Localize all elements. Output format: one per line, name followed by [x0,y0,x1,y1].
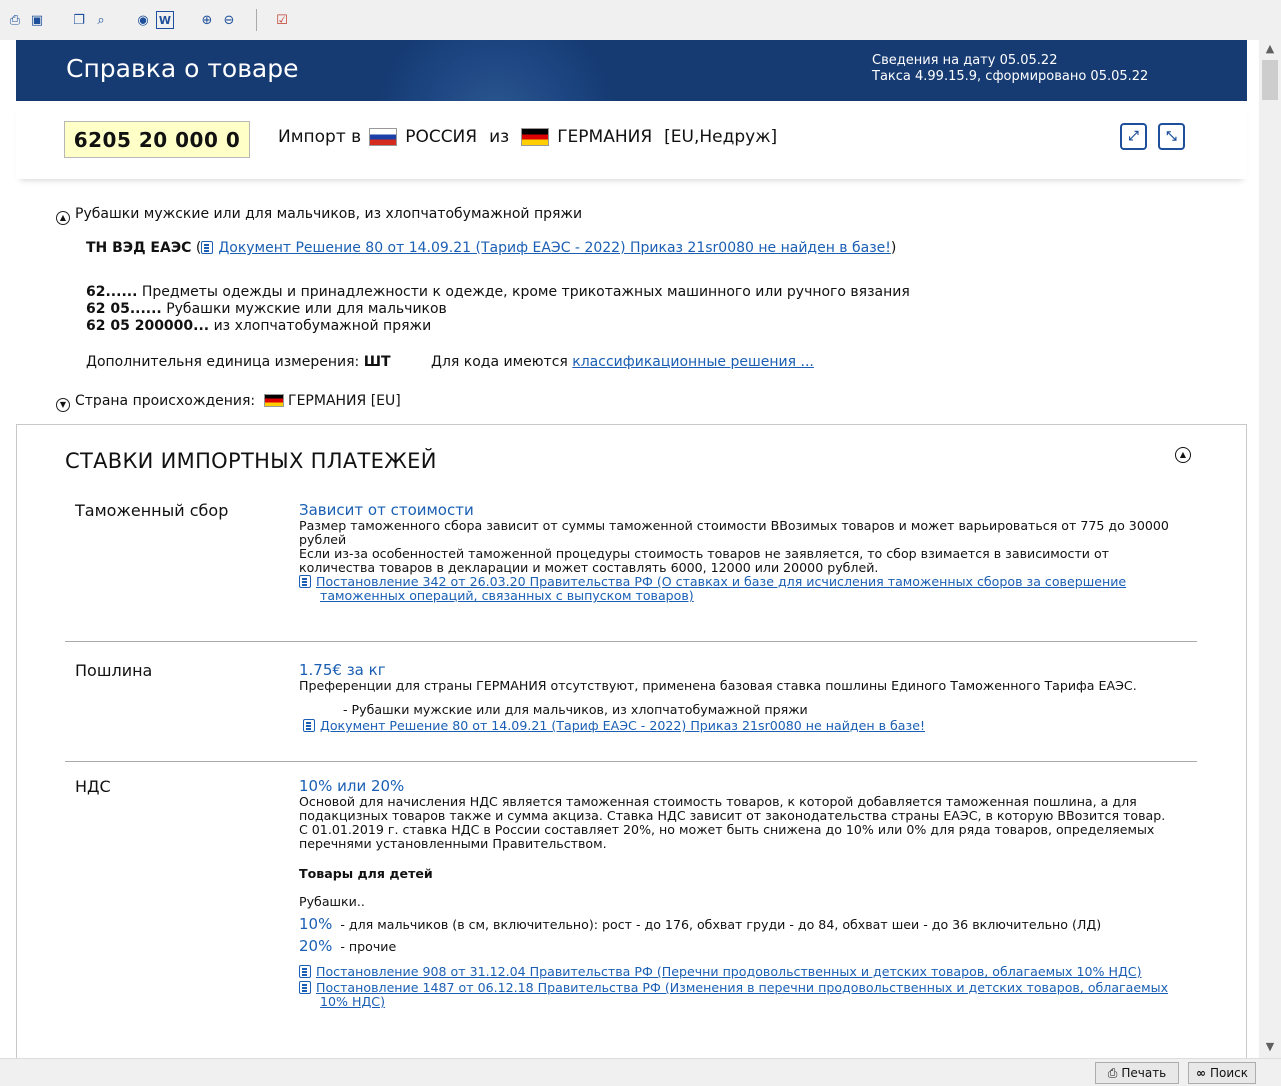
origin-line[interactable]: ▼ Страна происхождения: ГЕРМАНИЯ [EU] [56,393,401,412]
from-country: ГЕРМАНИЯ [557,127,653,147]
vat-rate-10: 10% - для мальчиков (в см, включительно):… [299,915,1102,933]
expand-icon: ⤢ [1128,129,1139,144]
scroll-down-icon[interactable]: ▼ [1259,1040,1281,1058]
divider [65,641,1197,642]
copy-icon[interactable]: ❐ [70,11,88,29]
search-button[interactable]: ∞ Поиск [1188,1062,1256,1084]
duty-body: 1.75€ за кг Преференции для страны ГЕРМА… [299,661,1199,733]
tn-ved-line: ТН ВЭД ЕАЭС (Документ Решение 80 от 14.0… [86,240,897,256]
kids-goods-title: Товары для детей [299,866,433,881]
collapse-all-button[interactable]: ⤡ [1158,123,1185,150]
commodity-code: 6205 20 000 0 [64,121,250,158]
duty-label: Пошлина [75,661,153,680]
document-icon [303,719,315,732]
hierarchy-row: 62 05...... Рубашки мужские или для маль… [86,301,447,317]
fee-rate: Зависит от стоимости [299,501,474,519]
vat-label: НДС [75,777,111,796]
unit-line: Дополнительня единица измерения: ШТ Для … [86,354,814,370]
vat-doc-link-1[interactable]: Постановление 908 от 31.12.04 Правительс… [299,965,1199,979]
import-label: Импорт в [278,127,362,147]
from-label: из [489,127,510,147]
browser-icon[interactable]: ◉ [134,11,152,29]
info-date: Сведения на дату 05.05.22 [872,53,1058,68]
toolbar: ⎙ ▣ ❐ ⌕ ◉ W ⊕ ⊖ ☑ [0,0,1281,40]
fee-doc-link[interactable]: Постановление 342 от 26.03.20 Правительс… [299,575,1199,589]
fee-body: Зависит от стоимости Размер таможенного … [299,501,1199,603]
duty-doc-link[interactable]: Документ Решение 80 от 14.09.21 (Тариф Е… [299,719,1199,733]
page-title: Справка о товаре [66,54,299,83]
hierarchy-row: 62 05 200000... из хлопчатобумажной пряж… [86,318,432,334]
payments-title: СТАВКИ ИМПОРТНЫХ ПЛАТЕЖЕЙ [65,449,437,473]
tn-ved-label: ТН ВЭД ЕАЭС [86,240,192,256]
bottom-bar: ⎙ Печать ∞ Поиск [0,1058,1281,1086]
vat-doc-link-2[interactable]: Постановление 1487 от 06.12.18 Правитель… [299,981,1199,995]
expand-all-button[interactable]: ⤢ [1120,123,1147,150]
zoom-in-icon[interactable]: ⊕ [198,11,216,29]
classification-link[interactable]: классификационные решения ... [572,354,814,370]
export-icon[interactable]: ☑ [273,11,291,29]
header-info: Сведения на дату 05.05.22 Такса 4.99.15.… [872,53,1148,85]
vat-rate-20: 20% - прочие [299,937,397,955]
info-tax: Такса 4.99.15.9, сформировано 05.05.22 [872,69,1149,84]
import-route: Импорт в РОССИЯ из ГЕРМАНИЯ [EU,Недруж] [278,127,777,147]
vertical-scrollbar[interactable]: ▲ ▼ [1259,40,1281,1060]
document-icon [299,575,311,588]
collapse-toggle-icon[interactable]: ▲ [56,211,70,225]
to-country: РОССИЯ [405,127,478,147]
code-hierarchy: 62...... Предметы одежды и принадлежност… [86,284,910,335]
germany-flag-icon [521,128,550,146]
code-row: 6205 20 000 0 Импорт в РОССИЯ из ГЕРМАНИ… [16,101,1247,179]
expand-toggle-icon[interactable]: ▼ [56,398,70,412]
collapse-toggle-icon[interactable]: ▲ [1175,447,1191,463]
document-icon [299,981,311,994]
print-icon[interactable]: ⎙ [6,11,24,29]
document-icon [201,241,214,254]
duty-rate: 1.75€ за кг [299,661,386,679]
russia-flag-icon [369,128,398,146]
payments-section: СТАВКИ ИМПОРТНЫХ ПЛАТЕЖЕЙ ▲ Таможенный с… [16,424,1247,1064]
unit-value: ШТ [363,354,391,370]
word-icon[interactable]: W [156,11,174,29]
divider [65,761,1197,762]
germany-flag-icon [263,394,284,407]
vat-body: 10% или 20% Основой для начисления НДС я… [299,777,1199,1009]
from-tags: [EU,Недруж] [664,127,778,147]
zoom-out-icon[interactable]: ⊖ [220,11,238,29]
tn-ved-link[interactable]: Документ Решение 80 от 14.09.21 (Тариф Е… [218,240,891,256]
product-heading[interactable]: ▲ Рубашки мужские или для мальчиков, из х… [56,206,582,225]
save-icon[interactable]: ▣ [28,11,46,29]
find-icon[interactable]: ⌕ [92,11,110,29]
document-icon [299,965,311,978]
collapse-icon: ⤡ [1166,129,1177,144]
fee-label: Таможенный сбор [75,501,229,520]
scroll-up-icon[interactable]: ▲ [1259,42,1281,60]
print-button[interactable]: ⎙ Печать [1095,1062,1179,1084]
vat-rate: 10% или 20% [299,777,405,795]
scrollbar-thumb[interactable] [1262,60,1278,100]
binoculars-icon: ∞ [1195,1066,1206,1080]
header-banner: Справка о товаре Сведения на дату 05.05.… [16,40,1247,101]
hierarchy-row: 62...... Предметы одежды и принадлежност… [86,284,910,300]
printer-icon: ⎙ [1107,1065,1118,1080]
